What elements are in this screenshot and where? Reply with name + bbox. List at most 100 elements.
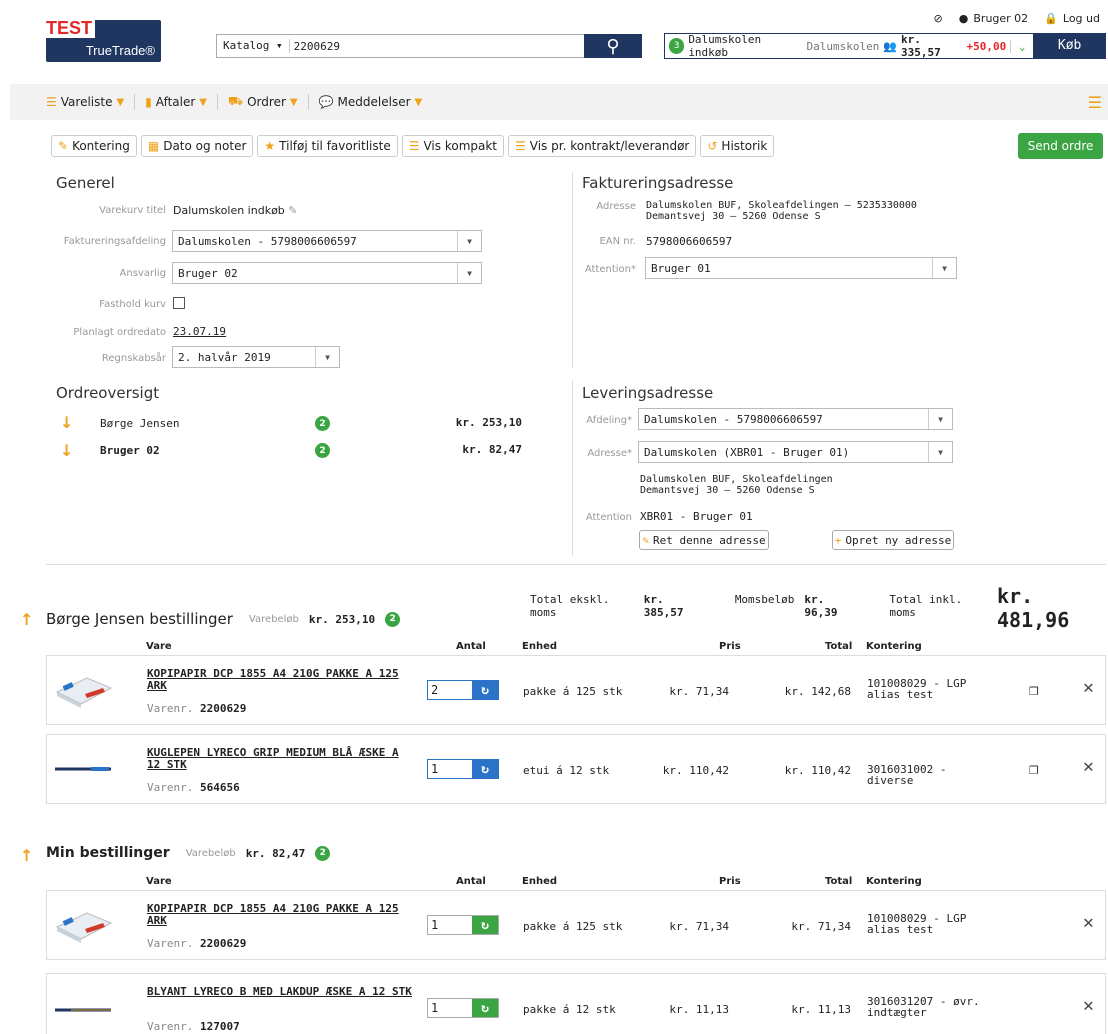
arrow-down-icon[interactable]: ↓ — [60, 441, 73, 460]
arrow-down-icon[interactable]: ↓ — [60, 413, 73, 432]
fiscal-year-select[interactable]: 2. halvår 2019 ▼ — [172, 346, 340, 368]
col-enhed: Enhed — [522, 641, 558, 652]
search-bar: Katalog ▾ 2200629 ⚲ — [216, 34, 642, 58]
nav-meddelelser[interactable]: 💬 Meddelelser ▼ — [309, 94, 433, 110]
cart-name: Dalumskolen indkøb — [688, 33, 762, 59]
col-enhed: Enhed — [522, 876, 558, 887]
col-vare: Vare — [146, 876, 172, 887]
quantity-input[interactable]: 2 — [428, 681, 472, 699]
users-icon: 👥 — [883, 39, 898, 53]
price: kr. 11,13 — [669, 1003, 729, 1016]
send-order-button[interactable]: Send ordre — [1018, 133, 1103, 159]
refresh-icon[interactable]: ↻ — [472, 760, 498, 778]
hamburger-icon[interactable]: ☰ — [1088, 93, 1102, 112]
product-link[interactable]: KOPIPAPIR DCP 1855 A4 210G PAKKE A 125 A… — [147, 668, 417, 692]
cart-delta: +50,00 — [966, 39, 1007, 53]
user-link[interactable]: ● Bruger 02 — [959, 12, 1028, 25]
chevron-down-icon[interactable]: ⌄ — [1010, 39, 1033, 53]
product-link[interactable]: KUGLEPEN LYRECO GRIP MEDIUM BLÅ ÆSKE A 1… — [147, 747, 417, 771]
date-notes-button[interactable]: ▦ Dato og noter — [140, 135, 254, 157]
arrow-up-icon[interactable]: ↑ — [20, 610, 33, 629]
refresh-icon[interactable]: ↻ — [472, 681, 498, 699]
responsible-select[interactable]: Bruger 02 ▼ — [172, 262, 482, 284]
cart-title-label: Varekurv titel — [99, 205, 166, 216]
buy-button[interactable]: Køb — [1033, 33, 1106, 59]
quantity-field[interactable]: 1 ↻ — [427, 759, 499, 779]
planned-date-label: Planlagt ordredato — [73, 327, 166, 338]
chevron-down-icon: ▼ — [315, 347, 339, 367]
copy-icon[interactable]: ❐ — [1029, 680, 1039, 699]
refresh-icon[interactable]: ↻ — [472, 916, 498, 934]
item-number: Varenr. 2200629 — [147, 702, 247, 715]
billing-attention-select[interactable]: Bruger 01 ▼ — [645, 257, 957, 279]
group-header: Min bestillinger Varebeløb kr. 82,47 2 — [46, 845, 331, 861]
add-favorite-button[interactable]: ★ Tilføj til favoritliste — [257, 135, 398, 157]
truetrade-logo[interactable]: TEST TrueTrade® — [46, 18, 161, 62]
order-line: KUGLEPEN LYRECO GRIP MEDIUM BLÅ ÆSKE A 1… — [46, 734, 1106, 804]
delivery-dept-select[interactable]: Dalumskolen - 5798006606597 ▼ — [638, 408, 953, 430]
remove-icon[interactable]: ✕ — [1083, 995, 1094, 1016]
kontering[interactable]: 3016031002 - diverse — [867, 764, 997, 786]
quantity-input[interactable]: 1 — [428, 999, 472, 1017]
compact-view-button[interactable]: ☰ Vis kompakt — [401, 135, 505, 157]
nav-ordrer[interactable]: ⛟ Ordrer ▼ — [218, 94, 309, 110]
quantity-field[interactable]: 2 ↻ — [427, 680, 499, 700]
chevron-down-icon: ▼ — [457, 263, 481, 283]
list-icon: ☰ — [408, 139, 420, 153]
cart-bar[interactable]: 3 Dalumskolen indkøb Dalumskolen 👥 kr. 3… — [664, 33, 1106, 59]
search-input[interactable]: 2200629 — [290, 40, 584, 53]
refresh-icon[interactable]: ↻ — [472, 999, 498, 1017]
product-link[interactable]: KOPIPAPIR DCP 1855 A4 210G PAKKE A 125 A… — [147, 903, 417, 927]
kontering-button[interactable]: ✎ Kontering — [51, 135, 137, 157]
unit: pakke á 12 stk — [523, 1003, 616, 1016]
quantity-field[interactable]: 1 ↻ — [427, 998, 499, 1018]
total-incl-label: Total inkl. moms — [889, 593, 963, 619]
keep-cart-checkbox[interactable] — [173, 297, 185, 309]
nav-aftaler[interactable]: ▮ Aftaler ▼ — [135, 94, 218, 110]
ean-label: EAN nr. — [599, 236, 636, 247]
product-link[interactable]: BLYANT LYRECO B MED LAKDUP ÆSKE A 12 STK — [147, 986, 417, 998]
price: kr. 71,34 — [669, 685, 729, 698]
history-button[interactable]: ↺ Historik — [700, 135, 775, 157]
user-icon: ● — [958, 12, 969, 25]
kontering[interactable]: 3016031207 - øvr. indtægter — [867, 996, 997, 1018]
logout-link[interactable]: 🔒 Log ud — [1044, 12, 1100, 25]
group-amount-label: Varebeløb — [185, 847, 236, 859]
nav-vareliste[interactable]: ☰ Vareliste ▼ — [46, 94, 136, 110]
search-button[interactable]: ⚲ — [584, 34, 642, 58]
kontering[interactable]: 101008029 - LGP alias test — [867, 678, 997, 700]
quantity-field[interactable]: 1 ↻ — [427, 915, 499, 935]
column-divider — [572, 172, 573, 368]
quantity-input[interactable]: 1 — [428, 916, 472, 934]
copy-icon[interactable]: ❐ — [1029, 759, 1039, 778]
vat-label: Momsbeløb — [734, 593, 795, 606]
delivery-address-select[interactable]: Dalumskolen (XBR01 - Bruger 01) ▼ — [638, 441, 953, 463]
kontering[interactable]: 101008029 - LGP alias test — [867, 913, 997, 935]
new-address-button[interactable]: + Opret ny adresse — [832, 530, 954, 550]
section-divider — [46, 564, 1106, 565]
user-menu: ⊘ ● Bruger 02 🔒 Log ud — [934, 12, 1100, 25]
remove-icon[interactable]: ✕ — [1083, 756, 1094, 777]
compass-icon[interactable]: ⊘ — [934, 12, 943, 25]
count-badge: 2 — [315, 443, 330, 458]
cart-org: Dalumskolen — [806, 39, 880, 53]
remove-icon[interactable]: ✕ — [1083, 912, 1094, 933]
group-amount: kr. 253,10 — [308, 612, 376, 626]
paper-pack-image — [55, 912, 113, 943]
arrow-up-icon[interactable]: ↑ — [20, 846, 33, 865]
calendar-icon: ▦ — [147, 139, 160, 153]
remove-icon[interactable]: ✕ — [1083, 677, 1094, 698]
group-amount-label: Varebeløb — [248, 613, 299, 625]
group-amount: kr. 82,47 — [245, 846, 306, 860]
contract-view-button[interactable]: ☰ Vis pr. kontrakt/leverandør — [508, 135, 697, 157]
billing-dept-select[interactable]: Dalumskolen - 5798006606597 ▼ — [172, 230, 482, 252]
group-header: Børge Jensen bestillinger Varebeløb kr. … — [46, 610, 401, 628]
quantity-input[interactable]: 1 — [428, 760, 472, 778]
planned-date-value[interactable]: 23.07.19 — [173, 325, 226, 338]
pencil-icon[interactable]: ✎ — [288, 204, 297, 217]
delivery-attention-value: XBR01 - Bruger 01 — [640, 510, 753, 523]
edit-address-button[interactable]: ✎ Ret denne adresse — [639, 530, 769, 550]
col-antal: Antal — [456, 641, 486, 652]
chevron-down-icon: ▼ — [928, 442, 952, 462]
search-scope-select[interactable]: Katalog ▾ — [217, 39, 290, 53]
